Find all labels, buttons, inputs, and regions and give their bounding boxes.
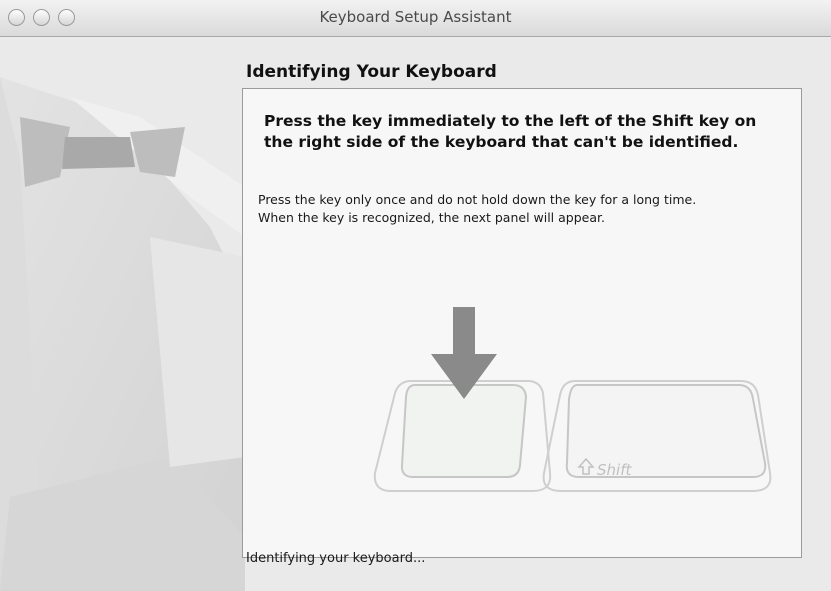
unknown-key-icon: [373, 380, 552, 492]
status-text: Identifying your keyboard...: [246, 551, 426, 566]
keys-illustration: Shift: [373, 307, 772, 492]
shift-key-label: Shift: [597, 461, 632, 479]
instruction-panel: Press the key immediately to the left of…: [242, 88, 802, 558]
title-bar[interactable]: Keyboard Setup Assistant: [0, 0, 831, 37]
assistant-content: Identifying Your Keyboard Press the key …: [0, 37, 831, 591]
window-title: Keyboard Setup Assistant: [319, 8, 512, 26]
shift-key-icon: Shift: [542, 380, 772, 492]
page-heading: Identifying Your Keyboard: [246, 62, 497, 82]
keyboard-setup-window: Keyboard Setup Assistant Identifying You…: [0, 0, 831, 591]
